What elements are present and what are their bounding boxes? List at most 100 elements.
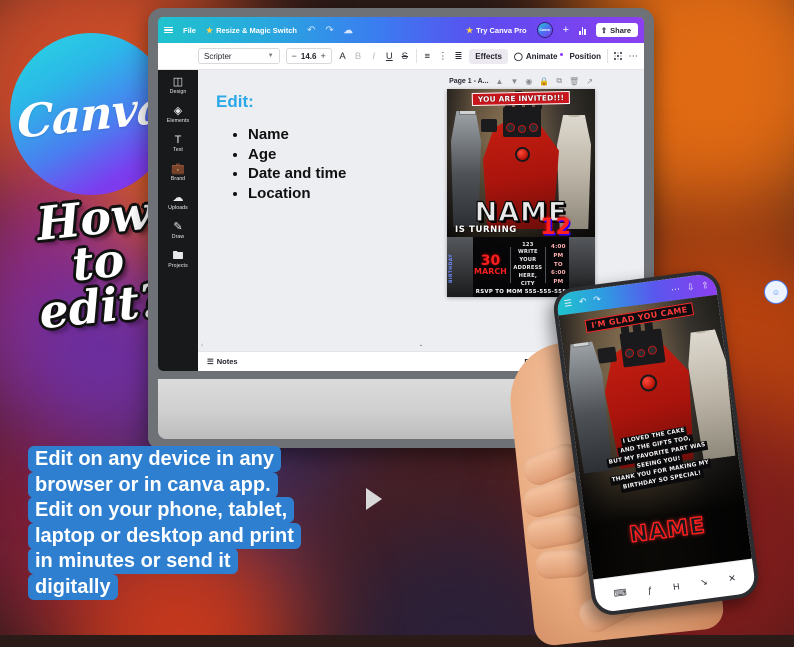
bold-button[interactable]: B <box>353 51 363 62</box>
undo-arrow-icon[interactable]: ↶ <box>307 25 315 36</box>
edit-heading: Edit: <box>216 92 254 111</box>
bar-chart-icon[interactable] <box>579 26 586 35</box>
sidebar-item-brand[interactable]: 💼 Brand <box>158 163 198 182</box>
caption-line: browser or in canva app. <box>28 471 278 498</box>
character-arm <box>481 119 497 132</box>
hamburger-icon <box>164 26 173 34</box>
transparency-grid-icon[interactable] <box>613 51 623 61</box>
duplicate-icon[interactable]: ⧉ <box>556 76 562 86</box>
sidebar-item-label: Brand <box>170 176 186 182</box>
cloud-saved-icon[interactable]: ☁ <box>344 25 353 36</box>
phone-canvas[interactable]: I'M GLAD YOU CAME I LOVED THE CAKE AND T… <box>558 294 752 580</box>
page-label[interactable]: Page 1 - A... <box>449 78 488 85</box>
avatar-label: Canva <box>539 28 550 32</box>
invitation-vertical-text: BIRTHDAY <box>449 254 454 283</box>
font-color-A-icon[interactable]: A <box>338 51 348 62</box>
trash-icon[interactable]: 🗑 <box>569 77 579 86</box>
editor-sidebar: ◫ Design ◈ Elements T Text 💼 Brand ☁ Upl… <box>158 70 198 371</box>
sidebar-item-design[interactable]: ◫ Design <box>158 76 198 95</box>
invitation-design-canvas[interactable]: YOU ARE INVITED!!! NAME IS TURNING 12 BI… <box>447 89 595 297</box>
notes-label: Notes <box>216 357 238 366</box>
chevron-down-icon: ▼ <box>267 53 274 59</box>
resize-magic-switch-button[interactable]: ★ Resize & Magic Switch <box>206 26 297 35</box>
font-size-value: 14.6 <box>300 51 317 61</box>
instruction-panel: Edit: Name Age Date and time Location <box>198 76 398 351</box>
design-layout-icon: ◫ <box>172 76 184 88</box>
underline-button[interactable]: U <box>384 51 394 62</box>
list-item: Name <box>248 126 398 145</box>
align-icon[interactable]: ≡ <box>423 51 433 62</box>
red-button-icon <box>515 147 530 162</box>
font-size-increase[interactable]: + <box>320 51 325 61</box>
font-family-select[interactable]: Scripter ▼ <box>198 48 280 64</box>
lock-icon[interactable]: 🔒 <box>539 77 549 86</box>
try-pro-label: Try Canva Pro <box>476 25 527 35</box>
scroll-left-icon[interactable]: ‹ <box>201 342 203 349</box>
notes-button[interactable]: ☰ Notes <box>207 357 238 366</box>
effects-button[interactable]: Effects <box>469 48 508 64</box>
spacing-icon[interactable]: ↘ <box>700 576 709 588</box>
hamburger-icon[interactable]: ☰ <box>563 297 572 309</box>
thankyou-card-design: I'M GLAD YOU CAME I LOVED THE CAKE AND T… <box>558 294 752 580</box>
font-size-stepper[interactable]: − 14.6 + <box>285 48 332 64</box>
chevron-up-icon[interactable]: ▲ <box>496 77 504 86</box>
close-icon[interactable]: ✕ <box>728 573 737 585</box>
collapse-panel-button[interactable]: ⌃ <box>404 343 438 351</box>
animate-circle-icon: ◯ <box>513 51 523 61</box>
avatar[interactable]: Canva <box>536 22 553 38</box>
effects-icon[interactable]: ƒ <box>647 584 653 595</box>
bullet-list-icon[interactable]: ⋮ <box>438 51 448 62</box>
resize-label: Resize & Magic Switch <box>216 25 297 35</box>
sidebar-item-text[interactable]: T Text <box>158 134 198 153</box>
keyboard-icon[interactable]: ⌨ <box>613 587 627 600</box>
file-menu[interactable]: File <box>183 26 196 35</box>
share-button[interactable]: ⇧ Share <box>595 23 638 37</box>
undo-arrow-icon[interactable]: ↶ <box>578 295 587 307</box>
redo-arrow-icon[interactable]: ↷ <box>593 294 602 306</box>
share-upload-icon[interactable]: ⇧ <box>701 279 710 291</box>
text-height-icon[interactable]: H <box>672 581 680 592</box>
sidebar-item-draw[interactable]: ✎ Draw <box>158 221 198 240</box>
sidebar-item-elements[interactable]: ◈ Elements <box>158 105 198 124</box>
phone-mockup: ☰ ↶ ↷ ⋯ ⇩ ⇧ I'M GLAD YOU CAME I LOVED TH… <box>504 268 794 647</box>
more-dots-icon[interactable]: ⋯ <box>670 283 680 295</box>
invitation-time-start: 4:00 PM <box>551 244 566 260</box>
sidebar-item-label: Uploads <box>168 205 188 211</box>
more-dots-icon[interactable]: ⋯ <box>628 51 639 62</box>
line-spacing-icon[interactable]: ≣ <box>454 51 464 62</box>
list-item: Age <box>248 146 398 165</box>
canva-wordmark: Canva <box>17 79 165 149</box>
draw-pen-icon: ✎ <box>173 221 183 233</box>
elements-shapes-icon: ◈ <box>173 105 183 117</box>
sidebar-item-label: Design <box>169 89 187 95</box>
expand-icon[interactable]: ↗ <box>586 77 593 86</box>
redo-arrow-icon[interactable]: ↷ <box>325 25 333 36</box>
notes-icon: ☰ <box>207 357 214 366</box>
menu-button[interactable] <box>164 26 173 34</box>
italic-button[interactable]: I <box>369 51 379 62</box>
smiley-icon[interactable]: ☺ <box>764 280 788 304</box>
editor-top-bar: File ★ Resize & Magic Switch ↶ ↷ ☁ ★ Try… <box>158 17 644 43</box>
projects-folder-icon: 🖿 <box>172 250 184 262</box>
download-icon[interactable]: ⇩ <box>686 281 695 293</box>
position-button[interactable]: Position <box>569 52 601 61</box>
share-label: Share <box>610 25 631 35</box>
transparency-icon[interactable]: ◉ <box>525 77 532 86</box>
font-size-decrease[interactable]: − <box>292 51 297 61</box>
strikethrough-button[interactable]: S <box>400 51 410 62</box>
caption-line: Edit on any device in any <box>28 446 281 472</box>
invitation-name: NAME <box>474 196 568 228</box>
speaker-head-icon <box>503 107 541 137</box>
upload-cloud-icon: ☁ <box>172 192 184 204</box>
caption-line: laptop or desktop and print <box>28 522 301 549</box>
add-collaborator-button[interactable]: + <box>563 24 569 36</box>
sidebar-item-projects[interactable]: 🖿 Projects <box>158 250 198 269</box>
animate-button[interactable]: ◯ Animate <box>514 52 564 61</box>
font-family-value: Scripter <box>204 51 232 61</box>
sidebar-item-label: Projects <box>168 263 188 269</box>
caption-pointer-arrow <box>366 488 382 510</box>
chevron-down-icon[interactable]: ▼ <box>510 77 518 86</box>
crown-icon: ★ <box>466 25 474 35</box>
try-canva-pro-button[interactable]: ★ Try Canva Pro <box>466 26 527 35</box>
sidebar-item-uploads[interactable]: ☁ Uploads <box>158 192 198 211</box>
